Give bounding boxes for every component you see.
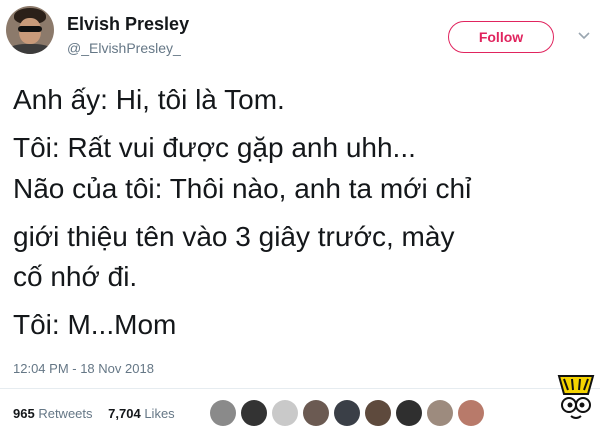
author-handle[interactable]: @_ElvishPresley_ bbox=[67, 40, 181, 56]
liker-avatar[interactable] bbox=[396, 400, 422, 426]
follow-button[interactable]: Follow bbox=[448, 21, 554, 53]
chevron-down-icon[interactable] bbox=[578, 31, 590, 41]
author-name[interactable]: Elvish Presley bbox=[67, 14, 189, 35]
liker-avatar[interactable] bbox=[334, 400, 360, 426]
liker-avatar[interactable] bbox=[427, 400, 453, 426]
liker-avatar[interactable] bbox=[303, 400, 329, 426]
liker-avatar[interactable] bbox=[458, 400, 484, 426]
tweet-timestamp[interactable]: 12:04 PM - 18 Nov 2018 bbox=[13, 361, 154, 376]
liker-avatar[interactable] bbox=[365, 400, 391, 426]
tweet-text-line: Tôi: M...Mom bbox=[13, 309, 177, 340]
divider bbox=[0, 388, 600, 389]
tweet-text-line: Não của tôi: Thôi nào, anh ta mới chỉ bbox=[13, 173, 472, 204]
tweet-text-line: cố nhớ đi. bbox=[13, 261, 138, 292]
watermark-logo bbox=[557, 375, 595, 419]
tweet-text-line: Anh ấy: Hi, tôi là Tom. bbox=[13, 84, 285, 115]
liker-avatar[interactable] bbox=[241, 400, 267, 426]
retweets-label[interactable]: Retweets bbox=[38, 406, 92, 421]
retweets-count[interactable]: 965 bbox=[13, 406, 35, 421]
tweet-text-line: giới thiệu tên vào 3 giây trước, mày bbox=[13, 221, 455, 252]
tweet-stats: 965 Retweets 7,704 Likes bbox=[13, 406, 175, 421]
avatar[interactable] bbox=[6, 6, 54, 54]
likes-count[interactable]: 7,704 bbox=[108, 406, 141, 421]
likes-label[interactable]: Likes bbox=[144, 406, 174, 421]
liker-avatar[interactable] bbox=[210, 400, 236, 426]
liker-avatar[interactable] bbox=[272, 400, 298, 426]
tweet-text-line: Tôi: Rất vui được gặp anh uhh... bbox=[13, 132, 416, 163]
liker-avatars[interactable] bbox=[210, 400, 484, 426]
